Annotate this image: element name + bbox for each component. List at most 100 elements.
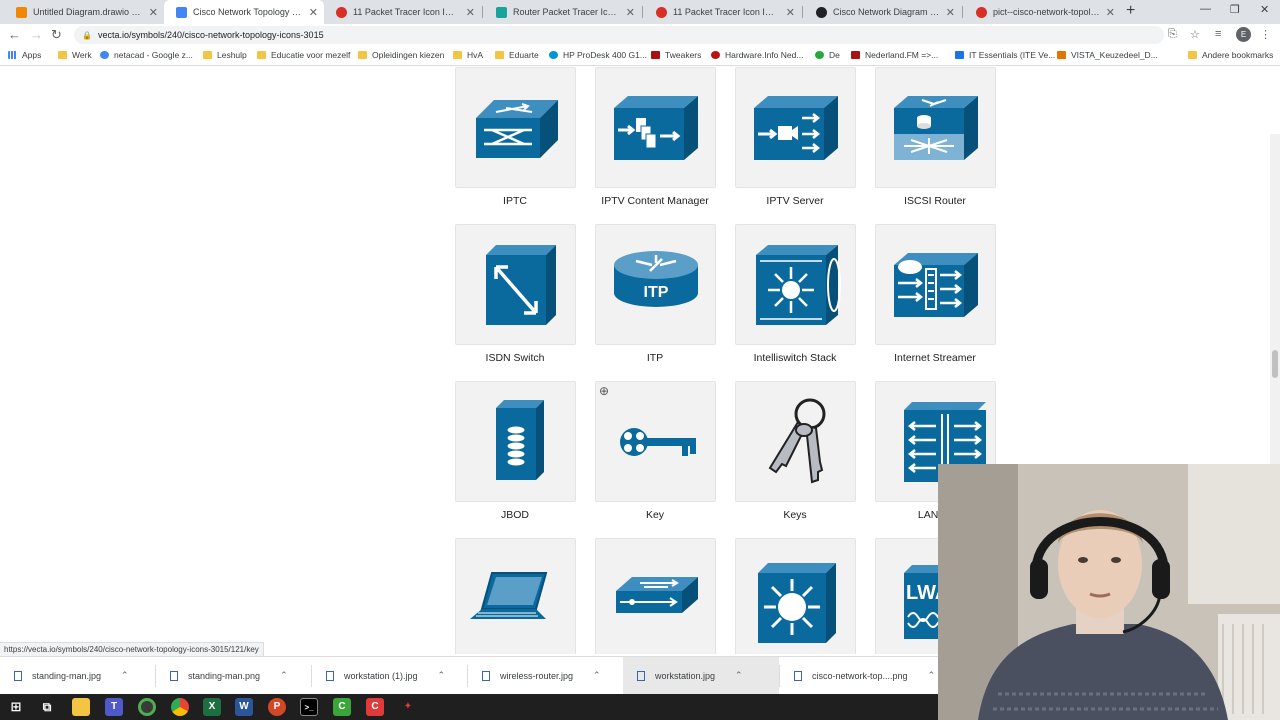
chevron-up-icon[interactable]: ⌃ <box>928 670 936 681</box>
tab-drawio[interactable]: Untitled Diagram.drawio - diagra ✕ <box>4 0 164 24</box>
file-explorer-icon[interactable] <box>72 698 90 716</box>
bookmark-eduarte[interactable]: Eduarte <box>495 50 539 60</box>
intelliswitch-stack-icon <box>756 245 841 325</box>
powerpoint-icon[interactable]: P <box>268 698 286 716</box>
bookmark-hp-prodesk[interactable]: HP ProDesk 400 G1... <box>549 50 647 60</box>
minimize-icon[interactable]: — <box>1200 3 1211 15</box>
icon-card-iscsi-router[interactable] <box>875 67 996 188</box>
chevron-up-icon[interactable]: ⌃ <box>121 670 129 681</box>
tab-pict-cisco[interactable]: pict--cisco-network-topology-sy ✕ <box>964 0 1121 24</box>
bookmark-it-essentials[interactable]: IT Essentials (ITE Ve... <box>955 50 1055 60</box>
chrome-profile-icon[interactable] <box>138 698 156 716</box>
icon-card-itp[interactable]: ITP <box>595 224 716 345</box>
profile-avatar[interactable]: E <box>1236 27 1251 42</box>
icon-card-isdn-switch[interactable] <box>455 224 576 345</box>
tweakers-icon <box>651 51 660 59</box>
scrollbar-thumb[interactable] <box>1272 350 1278 378</box>
download-item[interactable]: workstation.jpg ⌃ <box>623 657 779 694</box>
excel-icon[interactable]: X <box>203 698 221 716</box>
icon-card-jbod[interactable] <box>455 381 576 502</box>
keys-icon <box>768 398 826 484</box>
close-icon[interactable]: ✕ <box>309 6 318 19</box>
icon-card-laptop[interactable] <box>455 538 576 654</box>
lock-icon[interactable]: 🔒 <box>82 31 92 40</box>
bookmark-werk[interactable]: Werk <box>58 50 92 60</box>
close-icon[interactable]: ✕ <box>786 6 795 19</box>
tab-packet-tracer-2[interactable]: 11 Packet Tracer Icon Images - C ✕ <box>644 0 801 24</box>
bookmark-de[interactable]: De <box>815 50 840 60</box>
bookmark-apps[interactable]: Apps <box>8 50 41 60</box>
close-icon[interactable]: ✕ <box>626 6 635 19</box>
menu-kebab-icon[interactable]: ⋮ <box>1260 28 1271 41</box>
icon-label: Key <box>645 509 665 521</box>
bookmark-nederland-fm[interactable]: Nederland.FM =>... <box>851 50 938 60</box>
download-item[interactable]: standing-man.jpg ⌃ <box>0 657 155 694</box>
icon-card-switch[interactable] <box>595 538 716 654</box>
chrome-icon[interactable] <box>171 698 189 716</box>
ite-icon <box>955 51 964 59</box>
icon-card-internet-streamer[interactable] <box>875 224 996 345</box>
reading-list-icon[interactable]: ≡ <box>1215 28 1221 40</box>
icon-card-key[interactable] <box>595 381 716 502</box>
address-bar[interactable]: 🔒 vecta.io/symbols/240/cisco-network-top… <box>74 26 1164 44</box>
chevron-up-icon[interactable]: ⌃ <box>438 670 446 681</box>
close-icon[interactable]: ✕ <box>946 6 955 19</box>
tab-cisco-topology[interactable]: Cisco Network Topology Icons 30 ✕ <box>164 0 324 24</box>
terminal-icon[interactable]: >_ <box>300 698 318 716</box>
internet-streamer-icon <box>894 253 978 317</box>
itp-router-icon: ITP <box>614 251 698 307</box>
chevron-up-icon[interactable]: ⌃ <box>280 670 288 681</box>
close-icon[interactable]: ✕ <box>466 6 475 19</box>
window-close-icon[interactable]: ✕ <box>1260 3 1269 16</box>
bookmark-hva[interactable]: HvA <box>453 50 483 60</box>
task-view-icon[interactable]: ⧉ <box>38 698 56 716</box>
forward-icon[interactable]: → <box>30 27 43 42</box>
camtasia-recorder-icon[interactable]: C <box>366 698 384 716</box>
packet-tracer-icon[interactable]: ✦ <box>399 698 417 716</box>
vecta-favicon-icon <box>176 6 187 18</box>
icon-card-iptc[interactable] <box>455 67 576 188</box>
tab-router-clipart[interactable]: Router Packet Tracer Icon Clipart ✕ <box>484 0 641 24</box>
bookmark-star-icon[interactable]: ☆ <box>1190 28 1200 41</box>
favicon-icon <box>656 6 667 18</box>
camtasia-icon[interactable]: C <box>333 698 351 716</box>
bookmark-tweakers[interactable]: Tweakers <box>651 50 701 60</box>
drawio-favicon-icon <box>16 6 27 18</box>
close-icon[interactable]: ✕ <box>149 6 158 19</box>
tab-packet-tracer-1[interactable]: 11 Packet Tracer Icon Images - C ✕ <box>324 0 481 24</box>
icon-card-layer3-switch[interactable] <box>735 538 856 654</box>
icon-card-iptv-server[interactable] <box>735 67 856 188</box>
bookmark-educatie[interactable]: Educatie voor mezelf <box>257 50 350 60</box>
download-item[interactable]: wireless-router.jpg ⌃ <box>468 657 623 694</box>
windows-start-icon[interactable]: ⊞ <box>7 698 25 716</box>
folder-icon <box>58 51 67 59</box>
zoom-in-icon[interactable]: ⊕ <box>599 384 609 398</box>
bookmark-opleidingen[interactable]: Opleidingen kiezen <box>358 50 444 60</box>
bookmarks-bar: Apps Werk netacad - Google z... Leshulp … <box>0 46 1280 66</box>
reload-icon[interactable]: ↻ <box>51 27 62 43</box>
webcam-overlay <box>938 464 1280 720</box>
close-icon[interactable]: ✕ <box>1106 6 1115 19</box>
tab-cisco-symbols[interactable]: Cisco Network Diagram Symbols ✕ <box>804 0 961 24</box>
icon-card-intelliswitch-stack[interactable] <box>735 224 856 345</box>
new-tab-icon[interactable]: + <box>1126 2 1135 20</box>
chevron-up-icon[interactable]: ⌃ <box>593 670 601 681</box>
download-item[interactable]: workstation (1).jpg ⌃ <box>312 657 467 694</box>
translate-icon[interactable]: ⎘ <box>1168 28 1177 41</box>
download-item[interactable]: standing-man.png ⌃ <box>156 657 311 694</box>
icon-card-iptv-content-manager[interactable] <box>595 67 716 188</box>
icon-label: Keys <box>783 509 807 521</box>
teams-icon[interactable]: T <box>105 698 123 716</box>
bookmark-other[interactable]: Andere bookmarks <box>1188 50 1273 60</box>
icon-card-keys[interactable] <box>735 381 856 502</box>
google-icon <box>100 51 109 59</box>
bookmark-hardware-info[interactable]: Hardware.Info Ned... <box>711 50 803 60</box>
download-item[interactable]: cisco-network-top....png ⌃ <box>780 657 936 694</box>
bookmark-netacad[interactable]: netacad - Google z... <box>100 50 193 60</box>
chevron-up-icon[interactable]: ⌃ <box>735 670 743 681</box>
back-icon[interactable]: ← <box>8 27 21 42</box>
word-icon[interactable]: W <box>235 698 253 716</box>
bookmark-vista[interactable]: VISTA_Keuzedeel_D... <box>1057 50 1158 60</box>
bookmark-leshulp[interactable]: Leshulp <box>203 50 247 60</box>
restore-icon[interactable]: ❐ <box>1230 3 1240 16</box>
